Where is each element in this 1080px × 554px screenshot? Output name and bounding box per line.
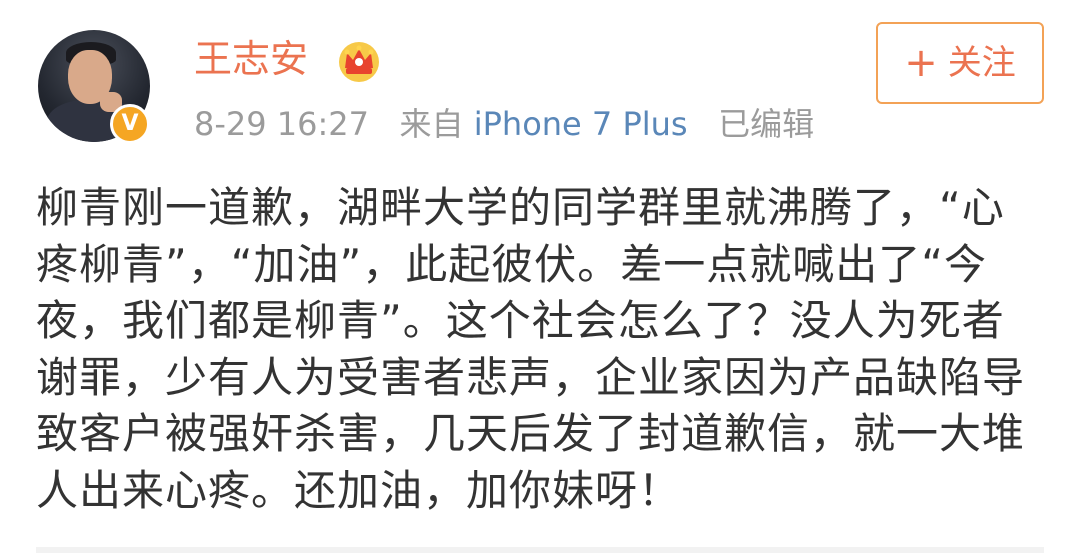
source-link[interactable]: iPhone 7 Plus	[474, 105, 688, 143]
crown-icon	[339, 42, 379, 82]
divider	[36, 547, 1044, 553]
post-text: 柳青刚一道歉，湖畔大学的同学群里就沸腾了，“心疼柳青”，“加油”，此起彼伏。差一…	[36, 183, 1026, 515]
author-name[interactable]: 王志安	[194, 40, 308, 78]
follow-button[interactable]: + 关注	[876, 22, 1044, 104]
plus-icon: +	[904, 40, 938, 86]
verified-badge-text: V	[121, 111, 139, 136]
source-prefix: 来自	[399, 105, 464, 143]
post-date: 8-29 16:27	[194, 105, 370, 143]
post-meta: 8-29 16:27 来自 iPhone 7 Plus 已编辑	[194, 108, 814, 140]
verified-badge-icon: V	[110, 104, 150, 144]
edited-label: 已编辑	[718, 105, 815, 143]
follow-label: 关注	[947, 43, 1016, 83]
